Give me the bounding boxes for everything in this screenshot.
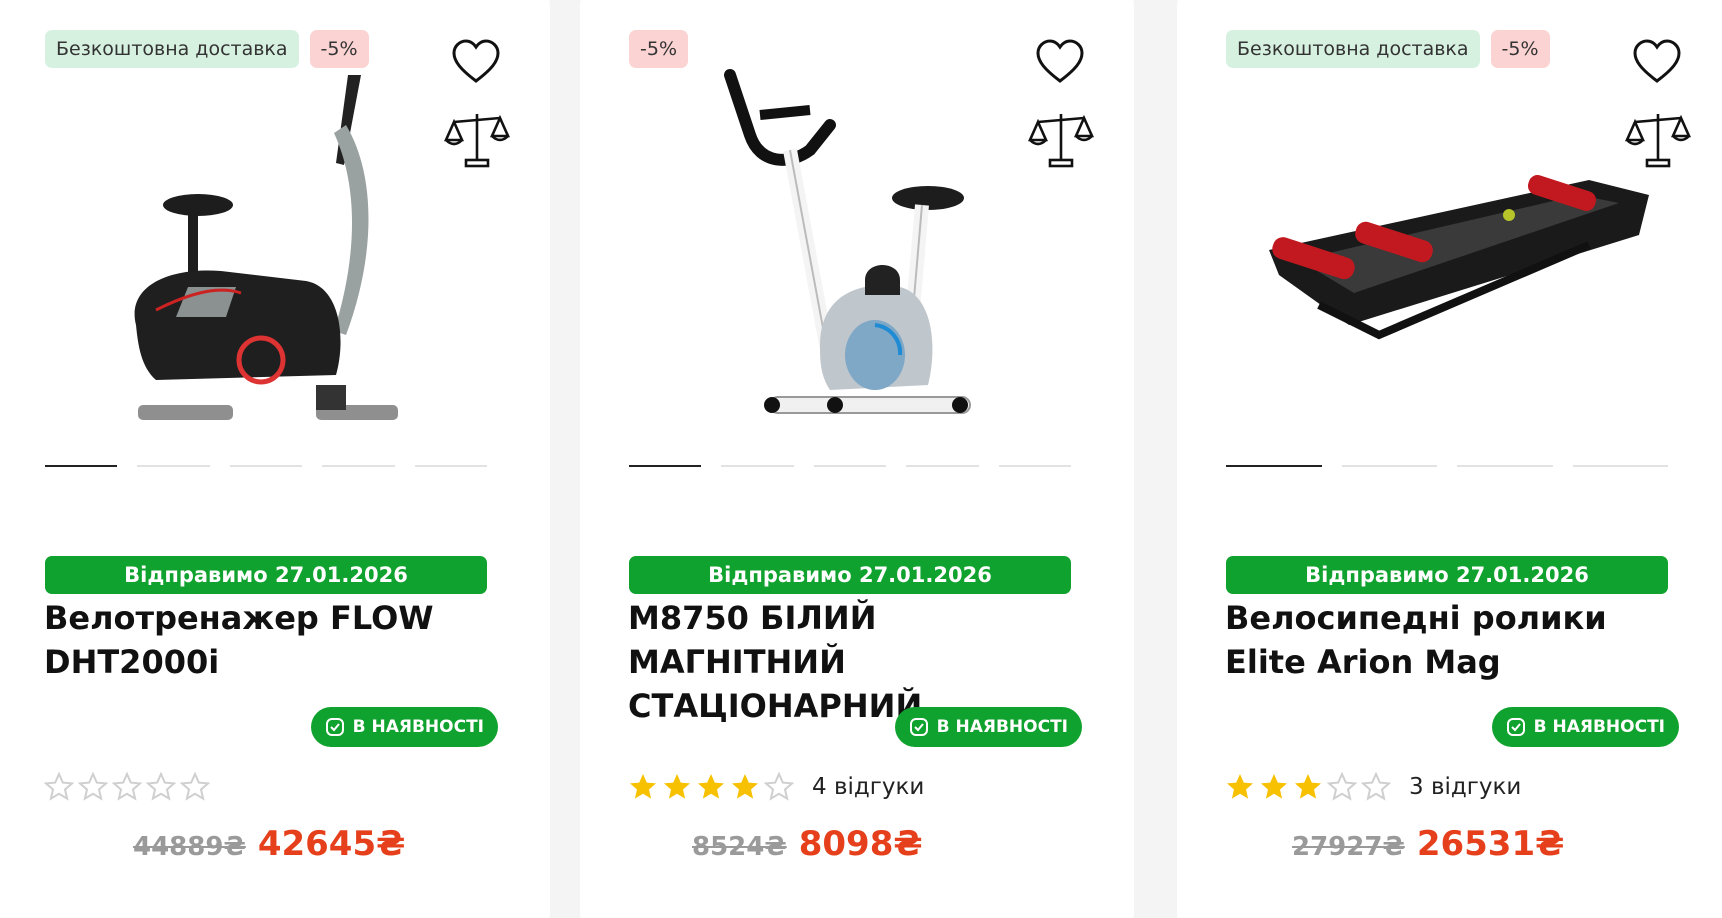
new-price: 26531₴ [1416, 824, 1565, 864]
exercise-bike-white-image[interactable] [660, 55, 1080, 445]
star-filled-icon [1261, 774, 1287, 799]
slider-dot[interactable] [322, 465, 395, 467]
shipping-date-bar: Відправимо 27.01.2026 [45, 556, 487, 594]
in-stock-label: В НАЯВНОСТІ [936, 717, 1068, 737]
in-stock-badge: В НАЯВНОСТІ [1491, 707, 1679, 747]
slider-dot[interactable] [1457, 465, 1553, 467]
old-price: 44889₴ [133, 832, 246, 862]
rating[interactable]: 3 відгуки [1225, 772, 1521, 802]
star-empty-icon [78, 772, 108, 801]
slider-dot[interactable] [1226, 465, 1322, 467]
star-empty-icon [44, 772, 74, 801]
rating[interactable] [44, 772, 228, 802]
new-price: 8098₴ [798, 824, 923, 864]
in-stock-badge: В НАЯВНОСТІ [894, 707, 1082, 747]
star-filled-icon [1295, 774, 1321, 799]
star-filled-icon [1227, 774, 1253, 799]
in-stock-badge: В НАЯВНОСТІ [310, 707, 498, 747]
star-empty-icon [1327, 772, 1357, 801]
new-price: 42645₴ [257, 824, 406, 864]
slider-dot[interactable] [998, 465, 1072, 467]
slider-dot[interactable] [1572, 465, 1668, 467]
in-stock-label: В НАЯВНОСТІ [352, 717, 484, 737]
slider-dot[interactable] [414, 465, 488, 467]
slider-dot[interactable] [229, 465, 303, 467]
star-empty-icon [112, 772, 142, 801]
image-slider-dots[interactable] [45, 465, 488, 467]
slider-dot[interactable] [813, 465, 887, 467]
reviews-link[interactable]: 3 відгуки [1409, 774, 1521, 800]
image-slider-dots[interactable] [1226, 465, 1668, 467]
check-icon [1506, 718, 1525, 736]
product-card[interactable]: Безкоштовна доставка -5% Відправимо 27.0… [0, 0, 550, 918]
shipping-date-bar: Відправимо 27.01.2026 [1226, 556, 1668, 594]
star-empty-icon [146, 772, 176, 801]
slider-dot[interactable] [1341, 465, 1437, 467]
star-row [628, 772, 798, 802]
slider-dot[interactable] [137, 465, 210, 467]
check-icon [909, 718, 928, 736]
star-empty-icon [180, 772, 210, 801]
price-block: 44889₴ 42645₴ [133, 824, 405, 864]
star-row [44, 772, 214, 802]
rating[interactable]: 4 відгуки [628, 772, 924, 802]
product-title[interactable]: Велосипедні ролики Elite Arion Mag [1225, 596, 1695, 684]
in-stock-label: В НАЯВНОСТІ [1533, 717, 1665, 737]
reviews-link[interactable]: 4 відгуки [812, 774, 924, 800]
slider-dot[interactable] [721, 465, 794, 467]
product-title[interactable]: Велотренажер FLOW DHT2000i [44, 596, 514, 684]
star-filled-icon [630, 774, 656, 799]
slider-dot[interactable] [906, 465, 979, 467]
star-filled-icon [698, 774, 724, 799]
price-block: 27927₴ 26531₴ [1292, 824, 1564, 864]
slider-dot[interactable] [45, 465, 118, 467]
check-icon [325, 718, 344, 736]
product-card[interactable]: Безкоштовна доставка -5% Відправимо 27.0… [1177, 0, 1722, 918]
shipping-date-bar: Відправимо 27.01.2026 [629, 556, 1071, 594]
star-empty-icon [764, 772, 794, 801]
old-price: 8524₴ [692, 832, 787, 862]
image-slider-dots[interactable] [629, 465, 1072, 467]
bike-rollers-image[interactable] [1249, 55, 1689, 445]
product-card[interactable]: -5% Відправимо 27.01.2026 M8750 БІЛИЙ МА… [580, 0, 1134, 918]
slider-dot[interactable] [629, 465, 702, 467]
star-filled-icon [664, 774, 690, 799]
old-price: 27927₴ [1292, 832, 1405, 862]
star-filled-icon [732, 774, 758, 799]
star-row [1225, 772, 1395, 802]
price-block: 8524₴ 8098₴ [692, 824, 923, 864]
exercise-bike-black-image[interactable] [76, 55, 496, 445]
star-empty-icon [1361, 772, 1391, 801]
